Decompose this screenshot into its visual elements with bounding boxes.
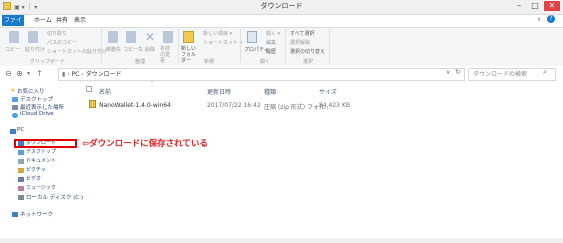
- minimize-button[interactable]: –: [512, 1, 526, 11]
- search-icon[interactable]: ⌕: [543, 68, 547, 77]
- annotation-text: ⇦ダウンロードに保存されている: [82, 139, 208, 149]
- ribbon: [0, 27, 563, 67]
- videos-icon: [18, 177, 24, 182]
- file-size: 84,423 KB: [319, 102, 350, 109]
- sidebar-item-network[interactable]: ネットワーク: [20, 210, 53, 218]
- star-icon: ★: [10, 87, 16, 94]
- cut-button[interactable]: 切り取り: [47, 30, 67, 37]
- refresh-icon[interactable]: ↻: [455, 68, 461, 76]
- sidebar-item-favorites[interactable]: お気に入り: [17, 87, 45, 95]
- pc-icon: [10, 129, 16, 134]
- help-icon[interactable]: ?: [547, 15, 555, 23]
- sidebar-item-desktop[interactable]: デスクトップ: [20, 95, 53, 103]
- tab-view[interactable]: 表示: [68, 15, 92, 26]
- properties-button[interactable]: プロパティ: [244, 46, 269, 53]
- history-button[interactable]: 履歴: [266, 48, 276, 55]
- rename-icon: [163, 31, 173, 43]
- column-header-size[interactable]: サイズ: [319, 87, 337, 96]
- pictures-icon: [18, 168, 24, 173]
- forward-icon[interactable]: ⊕: [16, 69, 23, 78]
- open-button[interactable]: 開く ▾: [266, 30, 280, 37]
- open-group-label: 開く: [260, 59, 271, 65]
- shortcut-button[interactable]: ショートカット ▾: [203, 39, 242, 46]
- desktop-icon: [18, 150, 24, 155]
- select-all-checkbox[interactable]: [86, 86, 92, 92]
- file-name[interactable]: NanoWallet-1.4.0-win64: [99, 102, 171, 109]
- copy-button[interactable]: コピー: [5, 46, 20, 53]
- sidebar-item-desktop-pc[interactable]: デスクトップ: [26, 148, 56, 155]
- sort-ascending-icon: ^: [150, 81, 155, 87]
- select-all-button[interactable]: すべて選択: [290, 30, 314, 37]
- address-input[interactable]: ▮ › PC › ダウンロード: [58, 68, 465, 81]
- new-folder-button[interactable]: 新しいフォルダー: [181, 46, 199, 64]
- column-header-date[interactable]: 更新日時: [207, 87, 231, 96]
- sidebar-item-local-disk[interactable]: ローカル ディスク (C:): [26, 193, 83, 201]
- ribbon-divider: [101, 29, 102, 63]
- clipboard-group-label: クリップボード: [30, 59, 66, 65]
- breadcrumb-pc[interactable]: PC: [72, 71, 80, 78]
- organize-group-label: 整理: [135, 59, 146, 65]
- select-group-label: 選択: [303, 59, 314, 65]
- breadcrumb-downloads[interactable]: ダウンロード: [86, 71, 122, 78]
- new-item-button[interactable]: 新しい項目 ▾: [203, 30, 232, 37]
- address-dropdown-icon[interactable]: ∨: [446, 69, 450, 76]
- sidebar-item-pc[interactable]: PC: [17, 127, 24, 133]
- paste-icon: [28, 31, 38, 43]
- copy-to-button[interactable]: コピー先: [123, 46, 143, 53]
- column-header-type[interactable]: 種類: [264, 87, 276, 96]
- search-placeholder: ダウンロードの検索: [473, 71, 528, 78]
- recent-places-icon: [12, 105, 18, 110]
- tab-file[interactable]: ファイル: [2, 15, 24, 35]
- copy-path-button[interactable]: パスのコピー: [47, 39, 77, 46]
- maximize-button[interactable]: □: [528, 1, 542, 11]
- delete-icon: ✕: [145, 30, 156, 44]
- icloud-icon: [12, 113, 18, 118]
- close-button[interactable]: ✕: [544, 1, 560, 11]
- sidebar-item-music[interactable]: ミュージック: [26, 184, 56, 191]
- ribbon-expand-icon[interactable]: ∨: [537, 16, 541, 23]
- ribbon-divider: [178, 29, 179, 63]
- back-icon[interactable]: ⊖: [5, 69, 12, 78]
- copy-icon: [9, 31, 19, 43]
- ribbon-divider: [285, 29, 286, 63]
- network-icon: [12, 212, 18, 217]
- recent-locations-icon[interactable]: ▾: [27, 70, 30, 77]
- delete-button[interactable]: 削除: [145, 46, 155, 53]
- file-date: 2017/07/22 16:42: [207, 102, 261, 109]
- up-icon[interactable]: ↑: [36, 69, 43, 78]
- invert-selection-button[interactable]: 選択の切り替え: [290, 48, 325, 55]
- properties-icon: [247, 31, 257, 43]
- paste-button[interactable]: 貼り付け: [25, 46, 45, 53]
- sidebar-item-recent[interactable]: 最近表示した場所: [20, 103, 64, 111]
- sidebar-item-videos[interactable]: ビデオ: [26, 175, 41, 182]
- move-to-button[interactable]: 移動先: [106, 46, 121, 53]
- disk-icon: [18, 195, 24, 200]
- sidebar-item-documents[interactable]: ドキュメント: [26, 157, 56, 164]
- new-group-label: 新規: [204, 59, 215, 65]
- horizontal-scrollbar[interactable]: [0, 238, 563, 243]
- copy-to-icon: [126, 31, 136, 43]
- sidebar-item-icloud[interactable]: iCloud Drive: [20, 111, 54, 117]
- new-folder-icon: [183, 31, 194, 43]
- ribbon-divider: [329, 29, 330, 63]
- column-header-name[interactable]: 名前: [99, 87, 111, 96]
- window-title: ダウンロード: [260, 2, 303, 10]
- downloads-highlight-box: [14, 139, 77, 148]
- edit-button[interactable]: 編集: [266, 39, 276, 46]
- zip-folder-icon: [89, 100, 96, 108]
- sidebar-item-pictures[interactable]: ピクチャ: [26, 166, 46, 173]
- rename-button[interactable]: 名前の変更: [160, 46, 174, 64]
- music-icon: [18, 186, 24, 191]
- documents-icon: [18, 159, 24, 164]
- select-none-button[interactable]: 選択解除: [290, 39, 310, 46]
- move-to-icon: [108, 31, 118, 43]
- folder-small-icon: ▮: [62, 71, 66, 78]
- paste-shortcut-button[interactable]: ショートカットの貼り付け: [47, 48, 107, 55]
- desktop-icon: [12, 97, 18, 102]
- ribbon-divider: [240, 29, 241, 63]
